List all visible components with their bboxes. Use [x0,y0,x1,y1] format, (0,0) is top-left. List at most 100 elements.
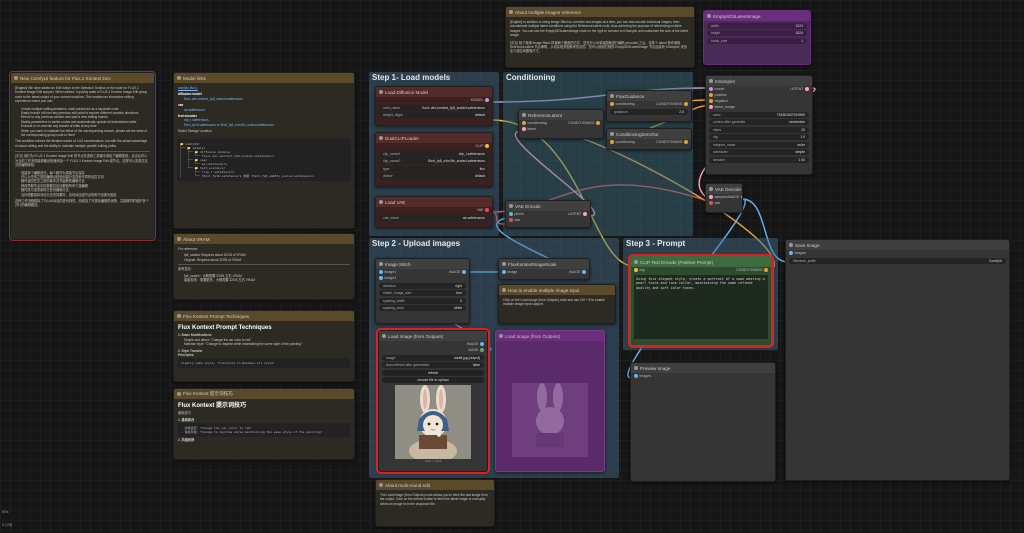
node-header[interactable]: Image Stitch [376,259,469,269]
node-header[interactable]: Load Diffusion Model [376,87,492,97]
widget-denoise[interactable]: denoise 1.00 [709,156,809,163]
input-socket[interactable] [709,99,713,103]
node-header[interactable]: Load Image (from Outputs) [496,331,604,341]
upload-button[interactable]: choose file to upload [382,377,484,383]
widget-device[interactable]: device default [379,173,489,179]
node-save-image[interactable]: Save Image images filename_prefix ComfyUI [785,239,1010,481]
node-conditioning-zero-out[interactable]: ConditioningZeroOut conditioning CONDITIO… [606,128,692,150]
input-socket[interactable] [634,374,638,378]
collapse-dot-icon[interactable] [509,204,513,208]
collapse-dot-icon[interactable] [789,243,793,247]
widget-guidance[interactable]: guidance 2.5 [610,108,688,115]
node-flux-guidance[interactable]: FluxGuidance conditioning CONDITIONING gu… [606,90,692,122]
node-vae-decode[interactable]: VAE Decode samples IMAGE vae [705,183,743,213]
widget-weight-dtype[interactable]: weight_dtype default [379,112,489,118]
node-ksampler[interactable]: KSampler model LATENT positive negative l… [705,75,813,175]
collapse-dot-icon[interactable] [379,90,383,94]
collapse-dot-icon[interactable] [177,76,181,80]
widget-filename-prefix[interactable]: filename_prefix ComfyUI [789,257,1006,264]
note-new-feature[interactable]: New ComfyUI feature for Flux.1 Kontext D… [9,71,156,241]
widget-steps[interactable]: steps 20 [709,126,809,133]
collapse-dot-icon[interactable] [177,314,181,318]
node-header[interactable]: EmptySD3LatentImage [704,11,810,21]
note-multi-round-edit[interactable]: About multi-round edit The Load Image (f… [375,479,495,527]
input-socket[interactable] [709,195,713,199]
collapse-dot-icon[interactable] [379,200,383,204]
node-empty-sd3-latent[interactable]: EmptySD3LatentImage width 1024 height 1024… [703,10,811,65]
collapse-dot-icon[interactable] [634,260,638,264]
widget-auto-refresh[interactable]: Auto-refresh after generation false [382,362,484,368]
note-multi-reference[interactable]: About multiple images reference [English… [505,6,695,68]
input-socket[interactable] [379,270,383,274]
collapse-dot-icon[interactable] [709,187,713,191]
widget-spacing-color[interactable]: spacing_color white [379,305,466,311]
output-socket[interactable] [684,140,688,144]
input-socket[interactable] [610,140,614,144]
input-socket[interactable] [522,121,526,125]
node-header[interactable]: Load Image (from Outputs) [379,331,487,341]
note-multi-ref-header[interactable]: About multiple images reference [506,7,694,17]
input-socket[interactable] [634,268,638,272]
node-header[interactable]: Preview Image [631,363,775,373]
node-load-image-from-outputs-bypassed[interactable]: Load Image (from Outputs) [495,330,605,472]
collapse-dot-icon[interactable] [382,334,386,338]
node-canvas[interactable]: Step 1- Load models Conditioning Step 2 … [0,0,1024,533]
node-reference-latent[interactable]: ReferenceLatent conditioning CONDITIONING… [518,109,604,139]
node-load-vae[interactable]: Load VAE VAE vae_name ae.safetensors [375,196,493,228]
collapse-dot-icon[interactable] [379,483,383,487]
note-new-feature-header[interactable]: New ComfyUI feature for Flux.1 Kontext D… [11,73,154,83]
note-prompt-techniques-zh[interactable]: Flux Kontext 提示词技巧 Flux Kontext 提示词技巧 使用… [173,388,355,460]
collapse-dot-icon[interactable] [502,288,506,292]
output-socket[interactable] [684,102,688,106]
output-socket[interactable] [583,212,587,216]
node-load-diffusion-model[interactable]: Load Diffusion Model MODEL unet_name flux… [375,86,493,126]
node-header[interactable]: FluxKontextImageScale [499,259,589,269]
note-model-links[interactable]: Model links comfyui-flux.1 diffusion mod… [173,72,355,229]
collapse-dot-icon[interactable] [610,132,614,136]
collapse-dot-icon[interactable] [522,113,526,117]
input-socket[interactable] [522,127,526,131]
widget-control-after-generate[interactable]: control after generate randomize [709,119,809,125]
output-socket[interactable] [805,87,809,91]
node-header[interactable]: ConditioningZeroOut [607,129,691,139]
widget-match-image-size[interactable]: match_image_size true [379,290,466,296]
output-socket[interactable] [462,270,466,274]
widget-unet-name[interactable]: unet_name flux1-dev-kontext_fp8_scaled.sa… [379,104,489,111]
output-socket[interactable] [582,270,586,274]
link-vae[interactable]: ae.safetensors [178,108,350,112]
output-socket[interactable] [596,121,600,125]
node-image-stitch[interactable]: Image Stitch image1 IMAGE image2 directio… [375,258,470,324]
prompt-textarea[interactable]: Using this elegant style, create a portr… [634,275,768,339]
collapse-dot-icon[interactable] [634,366,638,370]
node-header[interactable]: DualCLIPLoader [376,133,492,143]
input-socket[interactable] [709,93,713,97]
widget-scheduler[interactable]: scheduler simple [709,149,809,155]
output-socket[interactable] [764,268,768,272]
note-prompt-techniques[interactable]: Flux Kontext Prompt Techniques Flux Kont… [173,310,355,382]
node-header[interactable]: Load VAE [376,197,492,207]
node-flux-kontext-image-scale[interactable]: FluxKontextImageScale image IMAGE [498,258,590,280]
note-enable-multi-input[interactable]: How to enable multiple image input Click… [498,284,616,324]
input-socket[interactable] [509,212,513,216]
note-vram[interactable]: About VRAM For reference: fp8_scaled: Re… [173,233,355,300]
node-clip-text-encode-positive[interactable]: CLIP Text Encode (Positive Prompt) clip C… [628,254,774,348]
input-socket[interactable] [502,270,506,274]
refresh-button[interactable]: refresh [382,369,484,376]
collapse-dot-icon[interactable] [379,136,383,140]
note-model-links-header[interactable]: Model links [174,73,354,83]
note-header[interactable]: How to enable multiple image input [499,285,615,295]
note-prompt-header[interactable]: Flux Kontext Prompt Techniques [174,311,354,321]
node-preview-image[interactable]: Preview Image images [630,362,776,482]
node-header[interactable]: FluxGuidance [607,91,691,101]
input-socket[interactable] [789,251,793,255]
note-header[interactable]: About multi-round edit [376,480,494,490]
collapse-dot-icon[interactable] [610,94,614,98]
input-socket[interactable] [509,218,513,222]
node-vae-encode[interactable]: VAE Encode pixels LATENT vae [505,200,591,228]
note-prompt-zh-header[interactable]: Flux Kontext 提示词技巧 [174,389,354,399]
node-header[interactable]: CLIP Text Encode (Positive Prompt) [631,257,771,267]
output-socket[interactable] [480,342,484,346]
widget-clip-name1[interactable]: clip_name1 clip_l.safetensors [379,150,489,157]
widget-direction[interactable]: direction right [379,282,466,289]
widget-sampler-name[interactable]: sampler_name euler [709,141,809,148]
